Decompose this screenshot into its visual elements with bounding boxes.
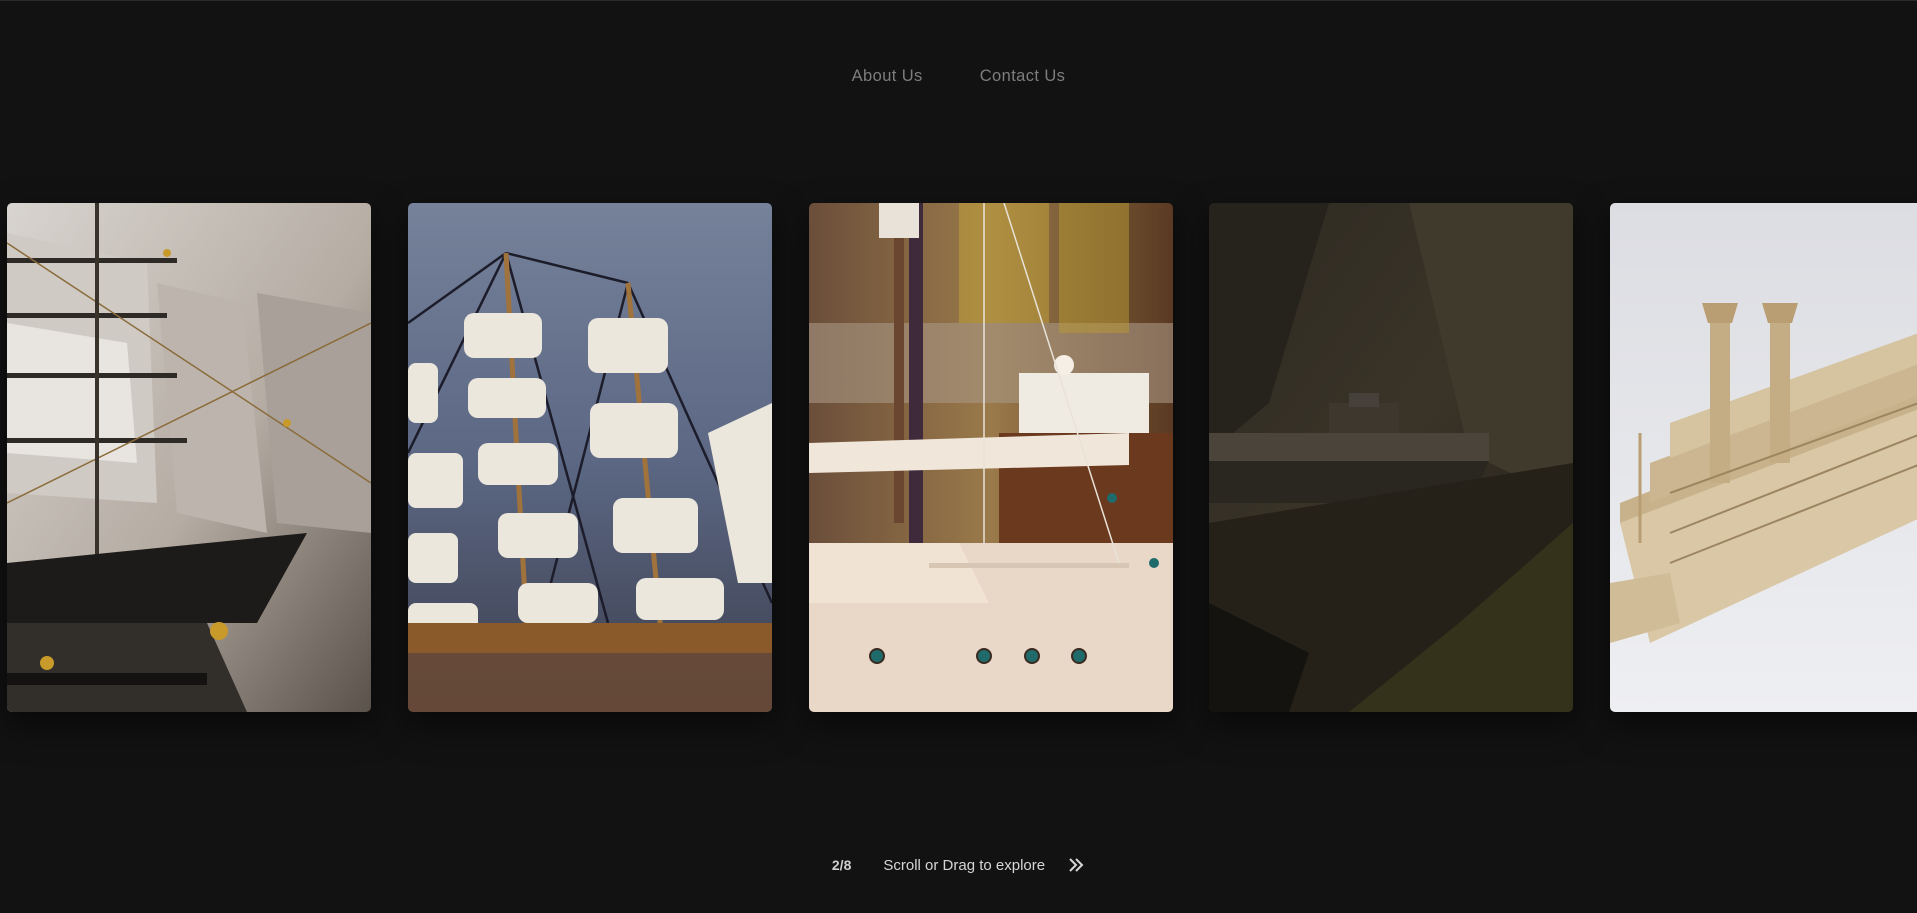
steamboat-deck-image — [809, 203, 1173, 712]
carousel-footer: 2/8 Scroll or Drag to explore — [0, 856, 1917, 874]
ship-wreck-landscape-image — [1209, 203, 1573, 712]
nav-link-contact-us[interactable]: Contact Us — [980, 67, 1066, 86]
white-sails-ship-image — [408, 203, 772, 712]
paddle-steamer-model-image — [1610, 203, 1917, 712]
page: About Us Contact Us 2/8 Scroll or Drag t… — [0, 0, 1917, 913]
double-chevron-right-icon[interactable] — [1067, 856, 1085, 874]
gallery-card-1[interactable] — [7, 203, 371, 712]
gallery-card-2[interactable] — [408, 203, 772, 712]
gallery-card-4[interactable] — [1209, 203, 1573, 712]
scroll-hint: Scroll or Drag to explore — [883, 856, 1046, 874]
nav-link-about-us[interactable]: About Us — [852, 67, 923, 86]
slide-counter: 2/8 — [831, 857, 852, 873]
gallery-card-3[interactable] — [809, 203, 1173, 712]
tall-ship-image — [7, 203, 371, 712]
top-nav: About Us Contact Us — [0, 67, 1917, 86]
gallery-card-5[interactable] — [1610, 203, 1917, 712]
image-carousel[interactable] — [0, 203, 1917, 712]
